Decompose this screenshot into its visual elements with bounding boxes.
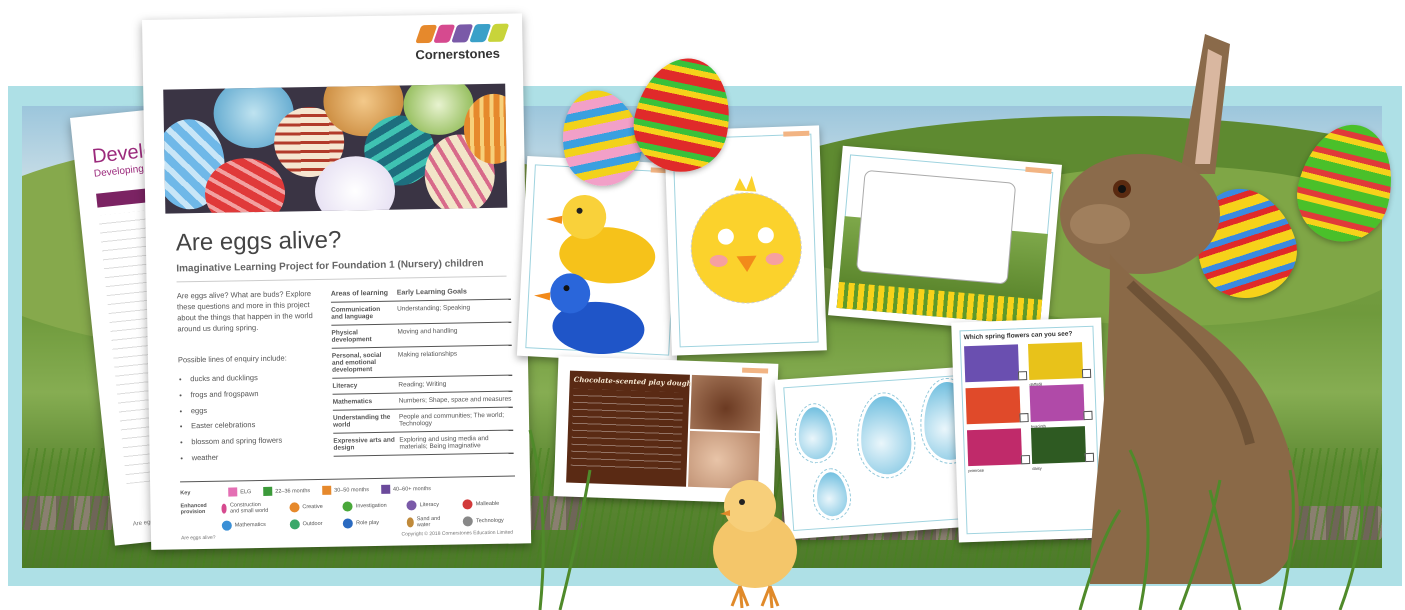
list-item: ducks and ducklings (190, 370, 281, 387)
table-row: Physical development Moving and handling (331, 322, 512, 349)
provision-item: Malleable (462, 498, 504, 511)
table-cell: Communication and language (331, 305, 381, 321)
table-cell: Mathematics (332, 398, 373, 406)
table-cell: Making relationships (397, 350, 458, 359)
provision-item: Technology (462, 515, 504, 528)
provision-label: Sand and water (416, 515, 441, 529)
provision-label: Malleable (475, 500, 500, 508)
provision-label: Creative (302, 503, 323, 511)
table-cell: Personal, social and emotional developme… (331, 351, 382, 374)
key-item: 40–60+ months (380, 484, 432, 494)
provision-row: Enhanced provision Construction and smal… (180, 498, 515, 533)
table-row: Expressive arts and design Exploring and … (333, 430, 514, 457)
table-cell: Literacy (332, 382, 358, 390)
creative-icon (289, 502, 300, 513)
provision-label: Mathematics (234, 521, 266, 529)
speech-bubble-card (828, 145, 1062, 335)
provision-label: Literacy (419, 501, 439, 509)
table-cell: Expressive arts and design (333, 436, 395, 452)
investigation-icon (342, 501, 353, 512)
document-footer-right: Copyright © 2018 Cornerstones Education … (401, 529, 514, 538)
project-overview-document: Cornerstones Are eggs alive? Imaginative… (142, 13, 532, 550)
table-row: Communication and language Understanding;… (330, 299, 512, 326)
chick-illustration (713, 480, 797, 609)
list-item: weather (192, 448, 283, 465)
key-item-label: 40–60+ months (392, 485, 432, 493)
provision-item: Role play (343, 517, 387, 530)
easter-eggs-photo (163, 83, 508, 214)
list-item: eggs (191, 401, 282, 418)
purple-square-icon (380, 484, 391, 494)
key-section: Key ELG 22–36 months 30–50 months 40–60+… (180, 475, 516, 533)
provision-label: Role play (356, 519, 380, 527)
logo-icon (415, 23, 510, 44)
enquiry-header: Possible lines of enquiry include: (177, 353, 287, 365)
table-cell: Physical development (331, 329, 372, 344)
table-cell: Understanding; Speaking (397, 304, 471, 313)
orange-square-icon (322, 485, 332, 495)
list-item: frogs and frogspawn (190, 385, 281, 402)
logo-text: Cornerstones (415, 45, 501, 63)
provision-label: Construction and small world (229, 502, 269, 515)
key-row: Key ELG 22–36 months 30–50 months 40–60+… (180, 483, 515, 498)
literacy-icon (406, 500, 417, 511)
provision-label: Technology (475, 517, 504, 525)
key-item-label: 22–36 months (275, 487, 311, 495)
key-label: Key (180, 489, 191, 496)
table-cell: Numbers; Shape, space and measures (398, 395, 512, 405)
provision-item: Construction and small world (221, 502, 269, 515)
document-footer-left: Are eggs alive? (181, 534, 216, 542)
document-subtitle: Imaginative Learning Project for Foundat… (176, 258, 484, 275)
provision-item: Mathematics (221, 519, 270, 532)
provision-item: Creative (289, 501, 323, 514)
construction-icon (221, 503, 228, 514)
provision-item: Sand and water (406, 515, 443, 529)
enhanced-provision-label: Enhanced provision (180, 502, 207, 516)
provision-item: Investigation (342, 500, 387, 513)
table-cell: Reading; Writing (398, 380, 447, 389)
key-item-label: 30–50 months (334, 486, 370, 494)
table-row: Personal, social and emotional developme… (331, 345, 513, 379)
key-item: ELG (228, 487, 252, 497)
table-cell: Understanding the world (332, 413, 391, 429)
pink-square-icon (228, 487, 238, 497)
list-item: blossom and spring flowers (191, 433, 282, 450)
learning-goals-table: Areas of learning Early Learning Goals C… (330, 283, 514, 457)
technology-icon (462, 516, 474, 527)
intro-text: Are eggs alive? What are buds? Explore t… (176, 289, 313, 334)
green-square-icon (263, 486, 273, 496)
key-item-label: ELG (240, 488, 252, 495)
table-cell: Moving and handling (397, 327, 458, 336)
grass-blades (528, 429, 1364, 610)
document-title: Are eggs alive? (175, 226, 342, 257)
provision-grid: Construction and small world Creative In… (221, 498, 516, 532)
provision-item: Outdoor (289, 518, 324, 531)
table-header: Areas of learning (330, 289, 389, 298)
table-header: Early Learning Goals (396, 288, 467, 297)
outdoor-icon (289, 519, 300, 530)
key-item: 30–50 months (322, 485, 369, 495)
malleable-icon (462, 499, 473, 510)
table-cell: People and communities; The world; Techn… (398, 411, 505, 428)
mathematics-icon (221, 520, 232, 531)
table-row: Understanding the world People and commun… (332, 407, 514, 434)
role-play-icon (343, 518, 354, 529)
divider (176, 275, 507, 283)
provision-item: Literacy (406, 499, 443, 512)
provision-label: Investigation (355, 502, 387, 510)
enquiry-list: ducks and ducklings frogs and frogspawn … (178, 370, 283, 466)
sand-and-water-icon (406, 517, 414, 528)
key-item: 22–36 months (263, 486, 310, 496)
cornerstones-logo: Cornerstones (408, 23, 510, 63)
speech-bubble (855, 169, 1017, 285)
list-item: Easter celebrations (191, 417, 282, 434)
table-cell: Exploring and using media and materials;… (399, 435, 489, 451)
provision-label: Outdoor (302, 520, 323, 528)
